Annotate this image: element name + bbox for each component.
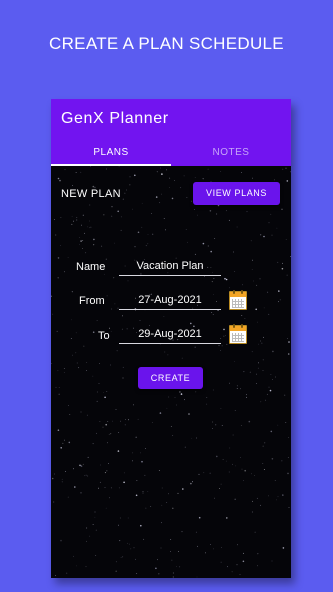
plan-name-field[interactable]: Vacation Plan [119,260,221,276]
calendar-icon[interactable] [229,324,247,344]
view-plans-button[interactable]: VIEW PLANS [193,182,280,205]
from-date-field[interactable]: 27-Aug-2021 [119,294,221,310]
tab-notes[interactable]: NOTES [171,143,291,166]
new-plan-heading: NEW PLAN [61,188,121,200]
to-label: To [98,330,110,342]
promo-caption: CREATE A PLAN SCHEDULE [49,34,284,53]
app-bar: GenX Planner PLANS NOTES [51,99,291,166]
calendar-icon[interactable] [229,290,247,310]
create-button[interactable]: CREATE [138,367,203,389]
name-label: Name [76,261,106,273]
from-label: From [79,295,105,307]
app-title: GenX Planner [61,110,169,127]
tab-plans[interactable]: PLANS [51,143,171,166]
phone-screen: GenX Planner PLANS NOTES NEW PLAN VIEW P… [51,99,291,578]
to-date-field[interactable]: 29-Aug-2021 [119,328,221,344]
